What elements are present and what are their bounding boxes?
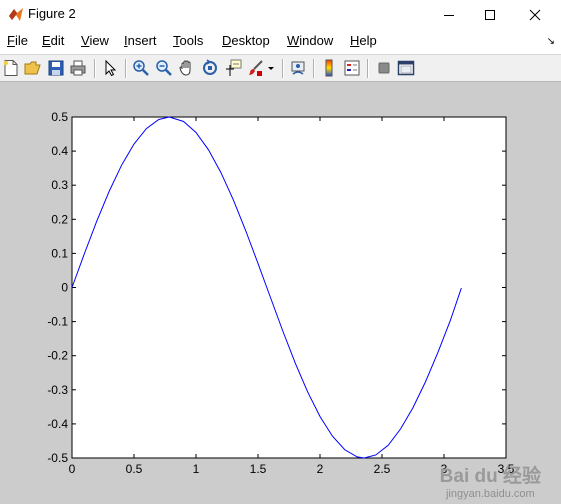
menu-bar: File Edit View Insert Tools Desktop Wind… xyxy=(0,29,561,54)
chevron-down-icon[interactable] xyxy=(266,59,276,77)
close-button[interactable] xyxy=(513,0,557,29)
plot-axes[interactable]: 0 0.5 1 1.5 2 2.5 3 3.5 0.50.40.30.20.10-0.1-0.… xyxy=(0,82,561,504)
link-plot-icon[interactable] xyxy=(289,59,307,77)
colorbar-icon[interactable] xyxy=(320,59,338,77)
toolbar-separator xyxy=(367,59,369,78)
toolbar-separator xyxy=(125,59,127,78)
zoom-out-icon[interactable] xyxy=(155,59,173,77)
menu-tools[interactable]: Tools xyxy=(173,33,203,48)
open-file-icon[interactable] xyxy=(24,59,42,77)
menu-insert[interactable]: Insert xyxy=(124,33,157,48)
toolbar-separator xyxy=(313,59,315,78)
rotate-3d-icon[interactable] xyxy=(201,59,219,77)
maximize-icon xyxy=(485,9,495,20)
minimize-button[interactable] xyxy=(427,0,471,29)
menu-help[interactable]: Help xyxy=(350,33,377,48)
x-tick-label: 2.5 xyxy=(374,462,391,476)
y-tick-label: 0.2 xyxy=(51,212,68,226)
y-tick-label: -0.4 xyxy=(47,417,68,431)
y-tick-label: -0.2 xyxy=(47,349,68,363)
matlab-logo-icon xyxy=(9,8,23,21)
menu-file[interactable]: File xyxy=(7,33,28,48)
y-tick-label: 0.5 xyxy=(51,110,68,124)
menu-window[interactable]: Window xyxy=(287,33,333,48)
x-tick-label: 1 xyxy=(193,462,200,476)
minimize-icon xyxy=(444,14,454,16)
x-tick-label: 0.5 xyxy=(126,462,143,476)
toolbar-separator xyxy=(94,59,96,78)
zoom-in-icon[interactable] xyxy=(132,59,150,77)
figure-toolbar xyxy=(0,54,561,82)
menu-edit[interactable]: Edit xyxy=(42,33,64,48)
dock-arrow-icon[interactable]: ↘ xyxy=(547,36,555,47)
print-icon[interactable] xyxy=(69,59,87,77)
close-icon xyxy=(529,9,541,20)
x-tick-label: 2 xyxy=(317,462,324,476)
axes-box xyxy=(71,116,507,459)
y-tick-label: -0.5 xyxy=(47,451,68,465)
y-tick-label: 0 xyxy=(61,281,68,295)
brush-icon[interactable] xyxy=(247,59,265,77)
hide-plot-tools-icon[interactable] xyxy=(375,59,393,77)
y-tick-label: -0.1 xyxy=(47,315,68,329)
y-tick-label: 0.3 xyxy=(51,178,68,192)
watermark-url: jingyan.baidu.com xyxy=(445,488,535,500)
y-tick-label: 0.4 xyxy=(51,144,68,158)
maximize-button[interactable] xyxy=(468,0,512,29)
x-tick-label: 0 xyxy=(69,462,76,476)
title-bar: Figure 2 xyxy=(0,0,561,29)
y-tick-label: -0.3 xyxy=(47,383,68,397)
show-plot-tools-icon[interactable] xyxy=(397,59,415,77)
x-tick-label: 1.5 xyxy=(250,462,267,476)
menu-desktop[interactable]: Desktop xyxy=(222,33,270,48)
legend-icon[interactable] xyxy=(343,59,361,77)
new-figure-icon[interactable] xyxy=(2,59,20,77)
watermark-logo: Bai du 经验 xyxy=(439,466,541,487)
toolbar-separator xyxy=(282,59,284,78)
window-title: Figure 2 xyxy=(28,6,76,21)
pan-hand-icon[interactable] xyxy=(178,59,196,77)
watermark: Bai du 经验 jingyan.baidu.com xyxy=(440,461,541,500)
data-cursor-icon[interactable] xyxy=(224,59,242,77)
edit-plot-arrow-icon[interactable] xyxy=(101,59,119,77)
menu-view[interactable]: View xyxy=(81,33,109,48)
y-tick-label: 0.1 xyxy=(51,246,68,260)
save-icon[interactable] xyxy=(47,59,65,77)
